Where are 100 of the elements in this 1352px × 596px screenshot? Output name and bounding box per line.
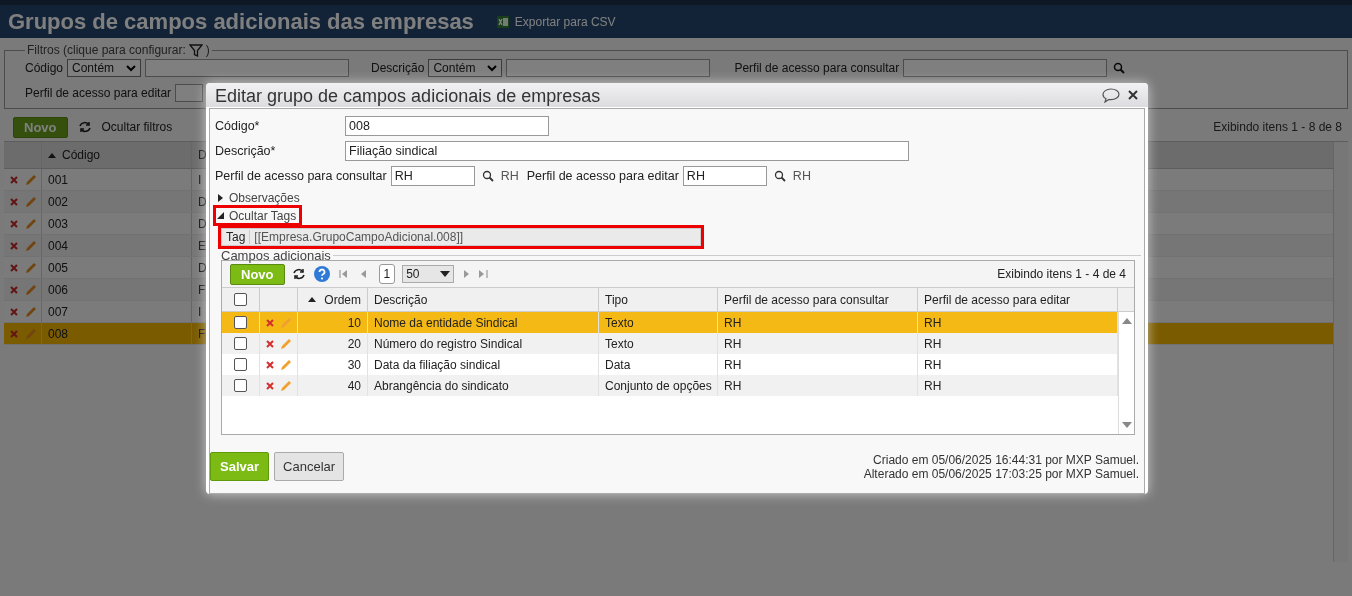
caret-down-icon: [440, 271, 451, 277]
delete-icon[interactable]: [266, 381, 274, 390]
description-field[interactable]: Filiação sindical: [345, 140, 909, 161]
page-size-select[interactable]: 50: [402, 265, 455, 283]
pencil-icon[interactable]: [24, 216, 38, 231]
code-field[interactable]: 008: [345, 115, 549, 136]
scrollbar[interactable]: [1118, 312, 1134, 434]
panel-legend: Campos adicionais: [221, 248, 333, 263]
field-label: Descrição*: [215, 143, 277, 158]
row-checkbox[interactable]: [234, 316, 247, 329]
export-csv-link[interactable]: Exportar para CSV: [495, 14, 616, 29]
table-cell: 007: [42, 301, 192, 322]
delete-icon[interactable]: [266, 360, 274, 369]
spreadsheet-icon: [495, 14, 510, 29]
chevron-down-icon: [487, 64, 498, 72]
filter-label: Código: [25, 61, 64, 75]
cancel-button[interactable]: Cancelar: [274, 452, 345, 481]
profile-field[interactable]: RH: [390, 165, 475, 186]
column-header[interactable]: Código: [42, 142, 192, 168]
table-cell: 006: [42, 279, 192, 300]
row-checkbox[interactable]: [234, 379, 247, 392]
delete-icon[interactable]: [10, 329, 18, 338]
table-cell: 008: [42, 323, 192, 344]
filter-label: Perfil de acesso para editar: [25, 86, 172, 100]
delete-icon[interactable]: [266, 339, 274, 348]
grid-row[interactable]: 10 Nome da entidade Sindical Texto RH RH: [222, 312, 1118, 333]
close-icon[interactable]: [1128, 90, 1138, 100]
items-count: Exibindo itens 1 - 4 de 4: [997, 267, 1126, 281]
field-label: Código*: [215, 118, 261, 133]
table-cell: 001: [42, 169, 192, 190]
table-cell-text: D: [197, 215, 208, 233]
pencil-icon[interactable]: [279, 378, 293, 393]
dialog-title: Editar grupo de campos adicionais de empresas: [215, 84, 601, 107]
pencil-icon[interactable]: [24, 172, 38, 187]
table-cell-text: F: [197, 325, 207, 343]
pencil-icon[interactable]: [24, 260, 38, 275]
row-checkbox[interactable]: [234, 337, 247, 350]
page-title: Grupos de campos adicionais das empresas: [8, 8, 474, 35]
table-cell: Abrangência do sindicato: [368, 375, 599, 396]
select-all-checkbox[interactable]: [234, 293, 247, 306]
column-header[interactable]: Perfil de acesso para editar: [918, 288, 1118, 311]
table-cell-text: E: [197, 237, 207, 255]
table-cell-text: I: [197, 303, 203, 321]
grid-row[interactable]: 20 Número do registro Sindical Texto RH RH: [222, 333, 1118, 354]
search-icon[interactable]: [481, 169, 494, 182]
table-cell: 004: [42, 235, 192, 256]
scroll-down-icon[interactable]: [1121, 422, 1132, 428]
table-cell: 005: [42, 257, 192, 278]
table-cell: Conjunto de opções: [599, 375, 718, 396]
profile-field[interactable]: RH: [682, 165, 767, 186]
help-icon[interactable]: [312, 265, 331, 283]
grid-row[interactable]: 40 Abrangência do sindicato Conjunto de opções RH RH: [222, 375, 1118, 396]
delete-icon[interactable]: [10, 263, 18, 272]
hide-filters-button[interactable]: Ocultar filtros: [101, 120, 173, 134]
search-icon[interactable]: [773, 169, 786, 182]
pencil-icon[interactable]: [24, 304, 38, 319]
filter-input[interactable]: [145, 59, 350, 77]
search-icon[interactable]: [1113, 62, 1126, 74]
profile-name: RH: [500, 168, 519, 183]
observations-toggle[interactable]: Observações: [215, 190, 304, 206]
delete-icon[interactable]: [10, 307, 18, 316]
pencil-icon[interactable]: [24, 194, 38, 209]
delete-icon[interactable]: [10, 285, 18, 294]
table-cell: RH: [918, 375, 1118, 396]
pencil-icon[interactable]: [279, 357, 293, 372]
table-cell: 40: [298, 375, 368, 396]
sort-up-icon: [48, 152, 56, 158]
operator-select[interactable]: Contém: [67, 59, 142, 77]
delete-icon[interactable]: [10, 175, 18, 184]
delete-icon[interactable]: [10, 197, 18, 206]
filter-input[interactable]: [903, 59, 1108, 77]
filter-input[interactable]: [506, 59, 711, 77]
field-label: Perfil de acesso para consultar: [215, 168, 387, 183]
field-label: Perfil de acesso para editar: [526, 168, 679, 183]
column-header[interactable]: Tipo: [599, 288, 718, 311]
page-number[interactable]: 1: [378, 264, 396, 284]
table-cell: 002: [42, 191, 192, 212]
pencil-icon[interactable]: [24, 282, 38, 297]
delete-icon[interactable]: [10, 219, 18, 228]
row-checkbox[interactable]: [234, 358, 247, 371]
pencil-icon[interactable]: [24, 238, 38, 253]
column-header[interactable]: Perfil de acesso para consultar: [718, 288, 918, 311]
items-count: Exibindo itens 1 - 8 de 8: [1213, 120, 1342, 134]
filter-icon[interactable]: [188, 43, 203, 57]
refresh-icon[interactable]: [291, 268, 306, 280]
column-header[interactable]: Descrição: [368, 288, 599, 311]
modified-info: Alterado em 05/06/2025 17:03:25 por MXP Samuel.: [863, 466, 1139, 481]
chevron-down-icon: [126, 64, 137, 72]
created-info: Criado em 05/06/2025 16:44:31 por MXP Samuel.: [873, 452, 1139, 467]
tags-toggle[interactable]: Ocultar Tags: [215, 207, 301, 224]
operator-select[interactable]: Contém: [428, 59, 503, 77]
tag-label: Tag: [222, 230, 251, 244]
delete-icon[interactable]: [266, 318, 274, 327]
delete-icon[interactable]: [10, 241, 18, 250]
column-header[interactable]: Ordem: [298, 288, 368, 311]
filter-input[interactable]: [175, 84, 204, 102]
pencil-icon[interactable]: [279, 336, 293, 351]
table-cell-text: F: [197, 281, 207, 299]
tag-value: [[Empresa.GrupoCampoAdicional.008]]: [253, 230, 465, 244]
speech-bubble-icon[interactable]: [1102, 87, 1120, 103]
